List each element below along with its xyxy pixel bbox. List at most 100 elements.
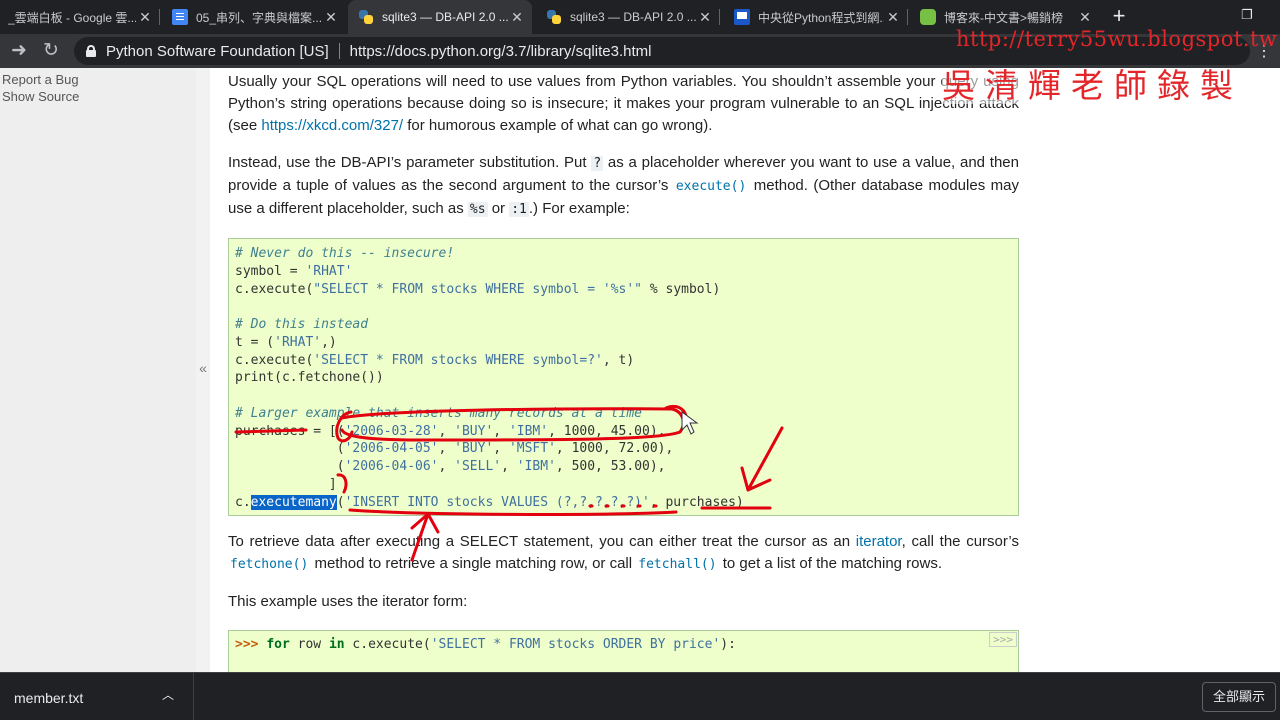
doc-sidebar: Report a Bug Show Source xyxy=(0,68,196,672)
code-comment: # Larger example that inserts many recor… xyxy=(235,405,642,421)
download-bar: member.txt ︿ 全部顯示 xyxy=(0,672,1280,720)
show-source-link[interactable]: Show Source xyxy=(2,88,196,105)
lock-icon[interactable] xyxy=(86,45,96,57)
code-string: "SELECT * FROM stocks WHERE symbol = '%s… xyxy=(313,281,643,297)
code-text: ( xyxy=(235,441,345,457)
code-string: 'SELECT * FROM stocks WHERE symbol=?' xyxy=(313,352,603,368)
fetchall-method-link[interactable]: fetchall() xyxy=(636,557,718,572)
tab-close-icon[interactable]: ✕ xyxy=(884,9,902,26)
tab-sqlite3-active[interactable]: sqlite3 — DB-API 2.0 ... ✕ xyxy=(348,0,532,34)
code-text: row xyxy=(289,637,329,652)
forward-arrow-icon[interactable]: ➜ xyxy=(6,38,32,64)
code-text: t = ( xyxy=(235,334,275,350)
xkcd-link[interactable]: https://xkcd.com/327/ xyxy=(261,117,403,134)
paragraph-text: for humorous example of what can go wron… xyxy=(403,117,713,134)
code-string: '2006-04-06' xyxy=(344,459,439,474)
tab-close-icon[interactable]: ✕ xyxy=(696,9,714,26)
code-comment: # Do this instead xyxy=(235,317,369,332)
execute-method-link[interactable]: execute() xyxy=(674,179,748,194)
code-text: symbol = xyxy=(235,263,306,279)
address-separator xyxy=(338,43,340,59)
blog-icon xyxy=(734,9,750,25)
iterator-link[interactable]: iterator xyxy=(856,533,902,550)
show-all-downloads-button[interactable]: 全部顯示 xyxy=(1202,682,1276,712)
code-comment: # Never do this -- insecure! xyxy=(235,246,455,261)
tab-close-icon[interactable]: ✕ xyxy=(508,9,526,26)
code-text: , 1000, 45.00), xyxy=(548,423,666,439)
download-item[interactable]: member.txt ︿ xyxy=(0,673,194,720)
code-text: , xyxy=(501,459,517,474)
paragraph-text: , call the cursor’s xyxy=(901,533,1019,550)
code-keyword: in xyxy=(328,637,345,652)
restore-window-icon[interactable]: ❐ xyxy=(1224,0,1270,30)
code-block-examples[interactable]: # Never do this -- insecure! symbol = 'R… xyxy=(228,238,1019,516)
paragraph-sql-injection: Usually your SQL operations will need to… xyxy=(228,71,1019,137)
paragraph-text: to get a list of the matching rows. xyxy=(718,555,943,572)
tab-close-icon[interactable]: ✕ xyxy=(136,9,154,26)
code-text: ] xyxy=(235,476,337,492)
code-text: ,) xyxy=(321,334,337,350)
tab-blog[interactable]: 中央從Python程式到網... ✕ xyxy=(722,0,908,34)
doc-body: Usually your SQL operations will need to… xyxy=(228,68,1019,690)
code-text: , t) xyxy=(602,352,635,368)
code-text: , xyxy=(438,423,455,439)
chevron-up-icon[interactable]: ︿ xyxy=(162,686,174,703)
selected-executemany[interactable]: executemany xyxy=(250,494,337,510)
code-text: purchases = [( xyxy=(235,423,345,439)
code-text: c.execute( xyxy=(235,281,314,297)
fetchone-method-link[interactable]: fetchone() xyxy=(228,557,310,572)
code-string: 'SELECT * FROM stocks ORDER BY price' xyxy=(430,637,721,652)
code-text: , xyxy=(493,423,509,439)
code-string: 'RHAT' xyxy=(305,263,353,279)
reload-icon[interactable]: ↻ xyxy=(38,38,64,64)
tab-title: 05_串列、字典與檔案... xyxy=(196,10,322,25)
paragraph-iterator-example: This example uses the iterator form: xyxy=(228,593,468,610)
code-text: ( xyxy=(336,494,345,510)
report-bug-link[interactable]: Report a Bug xyxy=(2,71,196,88)
site-identity[interactable]: Python Software Foundation [US] xyxy=(106,43,329,60)
code-string: 'SELL' xyxy=(454,459,502,474)
paragraph-text: .) For example: xyxy=(528,200,630,217)
code-text: , xyxy=(438,441,455,457)
code-text: c. xyxy=(235,494,251,510)
watermark-author: 吳清輝老師錄製 xyxy=(942,66,1243,105)
paragraph-retrieve-data: To retrieve data after executing a SELEC… xyxy=(228,531,1019,576)
tab-google-drive[interactable]: _雲端白板 - Google 雲... ✕ xyxy=(0,0,160,34)
inline-code-percent-s: %s xyxy=(467,202,488,217)
tab-close-icon[interactable]: ✕ xyxy=(322,9,340,26)
code-string: 'INSERT INTO stocks VALUES (?,?,?,?,?)' xyxy=(344,494,650,510)
tab-separator xyxy=(159,9,160,25)
tab-separator xyxy=(907,9,908,25)
paragraph-parameter-substitution: Instead, use the DB-API’s parameter subs… xyxy=(228,152,1019,221)
paragraph-text: or xyxy=(487,200,510,217)
code-text: , xyxy=(493,441,509,457)
tab-close-icon[interactable]: ✕ xyxy=(1076,9,1094,26)
code-text: c.execute( xyxy=(344,637,431,652)
collapse-chevron-icon: « xyxy=(199,360,207,376)
download-filename[interactable]: member.txt xyxy=(14,690,83,706)
code-text: , xyxy=(438,459,455,474)
tab-title: sqlite3 — DB-API 2.0 ... xyxy=(382,10,508,24)
code-string: '2006-03-28' xyxy=(344,423,439,439)
code-keyword: for xyxy=(266,637,290,652)
code-string: 'BUY' xyxy=(454,441,494,457)
code-text: , purchases) xyxy=(649,494,744,510)
code-text: % symbol) xyxy=(642,281,721,297)
inline-code-colon-1: :1 xyxy=(509,202,529,217)
python-icon xyxy=(546,9,562,25)
sidebar-collapse-button[interactable]: « xyxy=(196,68,210,672)
url-text[interactable]: https://docs.python.org/3.7/library/sqli… xyxy=(350,43,652,60)
inline-code-placeholder: ? xyxy=(591,156,604,171)
toggle-prompt-button[interactable]: >>> xyxy=(989,632,1017,647)
tab-sqlite3[interactable]: sqlite3 — DB-API 2.0 ... ✕ xyxy=(534,0,720,34)
code-text: ): xyxy=(720,637,736,652)
python-icon xyxy=(358,9,374,25)
tab-title: sqlite3 — DB-API 2.0 ... xyxy=(570,10,696,24)
paragraph-text: method to retrieve a single matching row… xyxy=(310,555,637,572)
tab-title: _雲端白板 - Google 雲... xyxy=(8,10,136,25)
code-string: 'BUY' xyxy=(454,423,494,439)
paragraph-text: Instead, use the DB-API’s parameter subs… xyxy=(228,154,592,171)
tab-google-docs[interactable]: 05_串列、字典與檔案... ✕ xyxy=(162,0,346,34)
code-string: 'IBM' xyxy=(508,423,549,439)
code-string: 'MSFT' xyxy=(508,441,556,457)
